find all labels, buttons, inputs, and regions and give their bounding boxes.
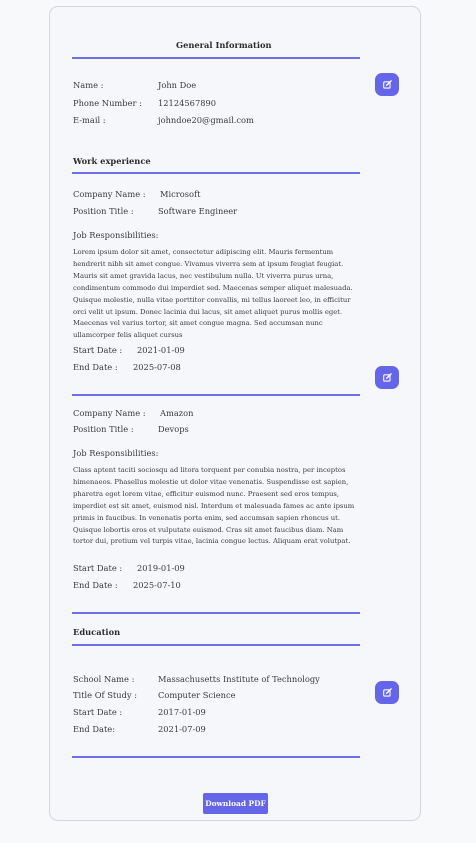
school-label: School Name : (73, 674, 135, 684)
start-date-value: 2019-01-09 (137, 563, 185, 573)
divider (72, 172, 360, 174)
phone-label: Phone Number : (73, 98, 142, 108)
edit-icon (382, 80, 392, 89)
email-label: E-mail : (73, 115, 106, 125)
responsibilities-text: Lorem ipsum dolor sit amet, consectetur … (73, 248, 353, 340)
end-date-label: End Date : (73, 362, 118, 372)
study-label: Title Of Study : (73, 690, 138, 700)
study-value: Computer Science (158, 690, 236, 700)
start-date-label: Start Date : (73, 707, 123, 717)
responsibilities-label: Job Responsibilities: (73, 448, 159, 458)
position-label: Position Title : (73, 424, 134, 434)
divider (72, 756, 360, 758)
start-date-label: Start Date : (73, 345, 123, 355)
end-date-label: End Date : (73, 580, 118, 590)
end-date-value: 2025-07-08 (133, 362, 181, 372)
email-value: johndoe20@gmail.com (158, 115, 254, 125)
name-label: Name : (73, 80, 104, 90)
school-value: Massachusetts Institute of Technology (158, 674, 320, 684)
company-label: Company Name : (73, 189, 146, 199)
position-value: Software Engineer (158, 206, 238, 216)
edit-icon (382, 373, 392, 382)
responsibilities-label: Job Responsibilities: (73, 230, 159, 240)
end-date-label: End Date: (73, 724, 115, 734)
position-label: Position Title : (73, 206, 134, 216)
company-value: Microsoft (160, 189, 201, 199)
work-section-title: Work experience (73, 156, 151, 166)
divider (72, 612, 360, 614)
divider (72, 57, 360, 59)
edit-education-button[interactable] (375, 681, 399, 704)
education-section-title: Education (73, 627, 121, 637)
download-pdf-button[interactable]: Download PDF (203, 793, 268, 814)
position-value: Devops (158, 424, 189, 434)
company-label: Company Name : (73, 408, 146, 418)
edit-icon (382, 688, 392, 697)
divider (72, 394, 360, 396)
phone-value: 12124567890 (158, 98, 217, 108)
start-date-value: 2017-01-09 (158, 707, 206, 717)
start-date-label: Start Date : (73, 563, 123, 573)
general-section-title: General Information (176, 40, 272, 50)
end-date-value: 2021-07-09 (158, 724, 206, 734)
company-value: Amazon (160, 408, 194, 418)
divider (72, 644, 360, 646)
edit-work-button[interactable] (375, 366, 399, 389)
end-date-value: 2025-07-10 (133, 580, 181, 590)
responsibilities-text: Class aptent taciti sociosqu ad litora t… (73, 466, 355, 546)
name-value: John Doe (158, 80, 197, 90)
start-date-value: 2021-01-09 (137, 345, 185, 355)
edit-general-button[interactable] (375, 73, 399, 96)
